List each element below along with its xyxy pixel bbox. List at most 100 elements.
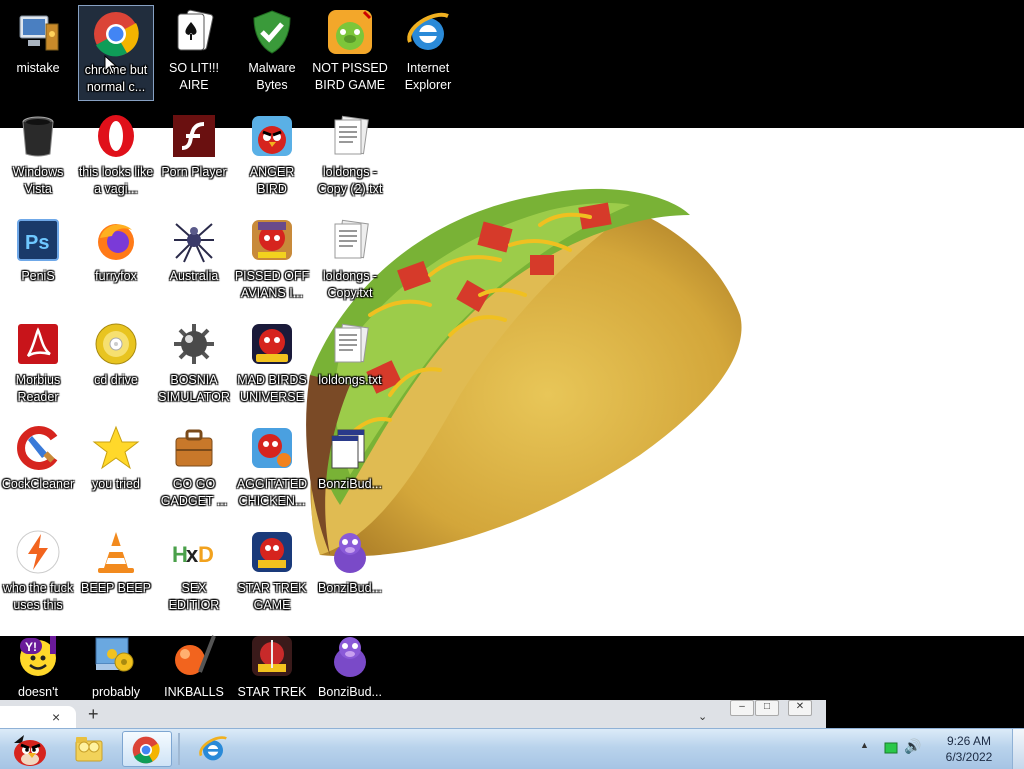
photoshop-icon: Ps [17, 219, 59, 261]
yahoo-messenger-icon: Y! [20, 636, 56, 676]
desktop-icon-winamp[interactable]: who the fuck uses this [0, 524, 76, 620]
desktop-icon-angry-birds-rio[interactable]: AGGITATED CHICKEN... [234, 420, 310, 516]
icon-label: BEEP BEEP [81, 581, 151, 595]
desktop-icon-windows-vista[interactable]: Windows Vista [0, 108, 76, 204]
chrome-icon [132, 736, 160, 764]
opera-icon [98, 115, 134, 157]
desktop-icon-angry-birds-space[interactable]: MAD BIRDS UNIVERSE [234, 316, 310, 412]
desktop-icon-mistake[interactable]: mistake [0, 4, 76, 100]
desktop-icon-photoshop[interactable]: Ps PeniS [0, 212, 76, 308]
taskbar-chrome[interactable] [122, 731, 172, 767]
desktop-icon-solitaire[interactable]: SO LIT!!! AIRE [156, 4, 232, 100]
desktop-icon-firefox[interactable]: furryfox [78, 212, 154, 308]
desktop-icon-opera[interactable]: this looks like a vagi... [78, 108, 154, 204]
firefox-icon [98, 224, 134, 260]
desktop-icon-bonzibuddy-1[interactable]: BonziBud... [312, 420, 388, 516]
network-icon[interactable] [884, 741, 898, 755]
angry-birds-seasons-icon [252, 220, 292, 260]
desktop-icon-flash-player[interactable]: Porn Player [156, 108, 232, 204]
icon-label: BonziBud... [318, 685, 382, 699]
icon-label: this looks like a vagi... [78, 165, 154, 196]
angry-bird-start-icon [14, 735, 46, 766]
desktop-icon-adobe-reader[interactable]: Morbius Reader [0, 316, 76, 412]
close-button[interactable]: ✕ [788, 700, 812, 716]
text-file-icon [334, 219, 369, 259]
computer-icon [19, 15, 59, 51]
internet-explorer-icon [199, 736, 227, 761]
mine-icon [174, 324, 214, 364]
maximize-button[interactable]: □ [755, 700, 779, 716]
desktop-icon-malwarebytes[interactable]: Malware Bytes [234, 4, 310, 100]
desktop-icon-cd-drive[interactable]: cd drive [78, 316, 154, 412]
desktop-icon-angry-birds-seasons[interactable]: PISSED OFF AVIANS I... [234, 212, 310, 308]
icon-label: Windows Vista [12, 165, 64, 196]
desktop-icon-anger-bird[interactable]: ANGER BIRD [234, 108, 310, 204]
bonzi-purple-gorilla-icon [334, 533, 366, 573]
svg-text:Y!: Y! [25, 640, 37, 654]
desktop-icon-bad-piggies[interactable]: NOT PISSED BIRD GAME [312, 4, 388, 100]
angry-birds-star-wars-icon [252, 532, 292, 572]
tab-search-dropdown-icon[interactable]: ⌄ [698, 710, 707, 723]
star-icon [92, 425, 140, 470]
icon-label: Porn Player [161, 165, 227, 179]
desktop-icon-star-wars-game[interactable]: STAR TREK GAME [234, 524, 310, 620]
text-file-icon [334, 115, 369, 155]
star-wars-icon [252, 636, 292, 676]
taskbar-file-explorer[interactable] [66, 731, 110, 767]
icon-label: STAR TREK [237, 685, 307, 699]
control-panel-icon [95, 637, 134, 672]
briefcase-icon [175, 429, 213, 467]
start-button[interactable] [4, 731, 52, 767]
icon-label: BOSNIA SIMULATOR [158, 373, 230, 404]
angry-bird-icon [252, 116, 292, 156]
lightning-icon [16, 530, 60, 574]
desktop-icon-internet-explorer[interactable]: Internet Explorer [390, 4, 466, 100]
icon-label: furryfox [95, 269, 137, 283]
desktop-icon-loldongs-copy-2[interactable]: loldongs - Copy (2).txt [312, 108, 388, 204]
chrome-tab-strip[interactable]: × + ⌄ [0, 700, 826, 728]
desktop-icon-spider-solitaire[interactable]: Australia [156, 212, 232, 308]
shield-check-icon [253, 10, 291, 54]
tab-close-icon[interactable]: × [52, 710, 60, 724]
desktop-icon-ccleaner[interactable]: CockCleaner [0, 420, 76, 516]
desktop-icon-bonzibuddy-2[interactable]: BonziBud... [312, 524, 388, 620]
chrome-tab[interactable]: × [0, 706, 76, 728]
desktop-icon-loldongs[interactable]: loldongs.txt [312, 316, 388, 412]
desktop-icon-hxd[interactable]: HxD SEX EDITIOR [156, 524, 232, 620]
icon-label: INKBALLS [164, 685, 224, 699]
taskbar-separator [178, 733, 180, 765]
icon-label: Malware Bytes [248, 61, 296, 92]
volume-icon[interactable]: 🔊 [904, 738, 921, 755]
desktop-icon-vlc[interactable]: BEEP BEEP [78, 524, 154, 620]
taskbar-clock[interactable]: 9:26 AM 6/3/2022 [928, 733, 1010, 765]
icon-label: SEX EDITIOR [168, 581, 220, 612]
angry-birds-space-icon [252, 324, 292, 364]
folder-icon [75, 737, 103, 762]
minimize-button[interactable]: – [730, 700, 754, 716]
icon-label: cd drive [94, 373, 138, 387]
icon-label: ANGER BIRD [249, 165, 295, 196]
icon-label: CockCleaner [1, 477, 75, 491]
icon-label: Morbius Reader [15, 373, 61, 404]
desktop-icon-loldongs-copy[interactable]: loldongs - Copy.txt [312, 212, 388, 308]
svg-text:Ps: Ps [25, 232, 49, 254]
green-pig-icon [328, 10, 372, 54]
icon-label: loldongs - Copy.txt [322, 269, 378, 300]
icon-label: NOT PISSED BIRD GAME [312, 61, 388, 92]
icon-label: who the fuck uses this [2, 581, 74, 612]
mouse-cursor-icon [104, 55, 118, 75]
show-hidden-icons-button[interactable]: ▲ [860, 740, 869, 750]
taskbar-internet-explorer[interactable] [190, 731, 234, 767]
icon-label: PeniS [21, 269, 55, 283]
icon-label: STAR TREK GAME [237, 581, 307, 612]
new-tab-button[interactable]: + [88, 705, 99, 723]
desktop-icon-chrome[interactable]: chrome but normal c... [78, 5, 154, 101]
icon-label: BonziBud... [318, 581, 382, 595]
show-desktop-button[interactable] [1012, 729, 1024, 769]
desktop-icon-you-tried[interactable]: you tried [78, 420, 154, 516]
desktop-icon-gadgets[interactable]: GO GO GADGET ... [156, 420, 232, 516]
vlc-cone-icon [98, 532, 134, 573]
desktop-icon-minesweeper[interactable]: BOSNIA SIMULATOR [156, 316, 232, 412]
taskbar: ▲ 🔊 9:26 AM 6/3/2022 [0, 728, 1024, 769]
clock-time: 9:26 AM [946, 734, 992, 748]
